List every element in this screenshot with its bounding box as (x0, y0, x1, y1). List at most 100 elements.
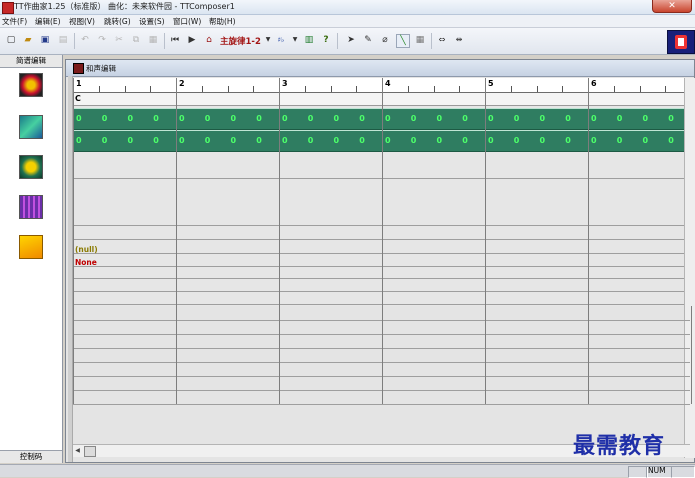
track-value[interactable]: 0 (437, 136, 443, 145)
track-value[interactable]: 0 (153, 114, 159, 123)
copy-icon[interactable]: ⧉ (130, 34, 142, 46)
menu-settings[interactable]: 设置(S) (139, 16, 165, 27)
scroll-left-icon[interactable]: ◀ (73, 446, 82, 456)
track-value[interactable]: 0 (565, 136, 571, 145)
track-value[interactable]: 0 (282, 114, 288, 123)
track-value[interactable]: 0 (153, 136, 159, 145)
instrument-icon[interactable] (19, 155, 43, 179)
redo-icon[interactable]: ↷ (96, 34, 108, 46)
record-icon[interactable] (19, 73, 43, 97)
track-value[interactable]: 0 (411, 136, 417, 145)
track-value[interactable]: 0 (102, 114, 108, 123)
track-value[interactable]: 0 (179, 136, 185, 145)
num-lock-indicator: NUM (648, 466, 666, 475)
print-icon[interactable]: ▤ (57, 34, 69, 46)
track-value[interactable]: 0 (668, 114, 674, 123)
close-button[interactable]: ✕ (652, 0, 692, 13)
track-value[interactable]: 0 (128, 114, 134, 123)
music-sheet-icon[interactable] (19, 235, 43, 259)
grid-icon[interactable]: ▦ (414, 34, 426, 46)
pencil-icon[interactable]: ✎ (362, 34, 374, 46)
track-value[interactable]: 0 (617, 136, 623, 145)
equalizer-icon[interactable] (19, 195, 43, 219)
vertical-scrollbar[interactable] (684, 78, 695, 458)
dropdown-icon[interactable]: ▼ (262, 34, 274, 46)
scroll-thumb[interactable] (84, 446, 96, 457)
track-value[interactable]: 0 (102, 136, 108, 145)
undo-icon[interactable]: ↶ (79, 34, 91, 46)
chord-label[interactable]: C (75, 94, 81, 103)
track-value[interactable]: 0 (128, 136, 134, 145)
track-value[interactable]: 0 (643, 136, 649, 145)
bank-icon[interactable]: ⌂ (203, 34, 215, 46)
track-value[interactable]: 0 (540, 136, 546, 145)
track-value[interactable]: 0 (282, 136, 288, 145)
track-value[interactable]: 0 (205, 136, 211, 145)
track-value[interactable]: 0 (565, 114, 571, 123)
track-value[interactable]: 0 (334, 136, 340, 145)
score-icon[interactable] (19, 115, 43, 139)
track-value[interactable]: 0 (76, 136, 82, 145)
track-value[interactable]: 0 (488, 136, 494, 145)
track-value[interactable]: 0 (462, 114, 468, 123)
track-value[interactable]: 0 (617, 114, 623, 123)
track-value[interactable]: 0 (231, 114, 237, 123)
open-icon[interactable]: ▰ (22, 34, 34, 46)
track-value[interactable]: 0 (76, 114, 82, 123)
track-value[interactable]: 0 (205, 114, 211, 123)
line-icon[interactable]: ╲ (396, 34, 410, 48)
track-value[interactable]: 0 (668, 136, 674, 145)
play-icon[interactable]: ▶ (186, 34, 198, 46)
track-value[interactable]: 0 (385, 114, 391, 123)
chord-icon[interactable]: ♯♭ (275, 34, 287, 46)
harmony-grid[interactable]: 1 2 3 4 5 6 C 0 0 0 0 0 0 0 0 0 0 0 0 0 0 0 0 0 0 0 0 0 0 0 0 0… (73, 78, 692, 306)
track-value[interactable]: 0 (411, 114, 417, 123)
track-value[interactable]: 0 (256, 136, 262, 145)
paste-icon[interactable]: ▦ (147, 34, 159, 46)
save-icon[interactable]: ▣ (39, 34, 51, 46)
track-value[interactable]: 0 (256, 114, 262, 123)
shrink-icon[interactable]: ⇹ (453, 34, 465, 46)
goto-start-icon[interactable]: ⏮ (169, 34, 181, 46)
editor-window-icon (73, 63, 84, 74)
none-row-label: None (75, 258, 97, 267)
cut-icon[interactable]: ✂ (113, 34, 125, 46)
track-value[interactable]: 0 (334, 114, 340, 123)
track-value[interactable]: 0 (359, 136, 365, 145)
menu-edit[interactable]: 编辑(E) (35, 16, 61, 27)
menu-file[interactable]: 文件(F) (2, 16, 27, 27)
dropdown-icon[interactable]: ▼ (289, 34, 301, 46)
bar-number: 4 (385, 79, 391, 88)
status-cell (628, 466, 648, 478)
menu-view[interactable]: 视图(V) (69, 16, 95, 27)
beat-tick (510, 86, 512, 92)
track-value[interactable]: 0 (643, 114, 649, 123)
help-icon[interactable]: ? (320, 34, 332, 46)
menu-goto[interactable]: 跳转(G) (104, 16, 131, 27)
track-value[interactable]: 0 (514, 114, 520, 123)
bar-number: 6 (591, 79, 597, 88)
track-value[interactable]: 0 (308, 136, 314, 145)
track-value[interactable]: 0 (179, 114, 185, 123)
main-melody-selector[interactable]: 主旋律1-2 (220, 35, 261, 47)
track-value[interactable]: 0 (231, 136, 237, 145)
levels-icon[interactable]: ▥ (303, 34, 315, 46)
track-value[interactable]: 0 (385, 136, 391, 145)
track-value[interactable]: 0 (359, 114, 365, 123)
menu-window[interactable]: 窗口(W) (173, 16, 201, 27)
new-icon[interactable]: ▢ (5, 34, 17, 46)
track-value[interactable]: 0 (437, 114, 443, 123)
track-value[interactable]: 0 (591, 114, 597, 123)
select-arrow-icon[interactable]: ➤ (345, 34, 357, 46)
track-value[interactable]: 0 (540, 114, 546, 123)
eraser-icon[interactable]: ⌀ (379, 34, 391, 46)
track-value[interactable]: 0 (308, 114, 314, 123)
track-value[interactable]: 0 (488, 114, 494, 123)
track-value[interactable]: 0 (514, 136, 520, 145)
track-value[interactable]: 0 (462, 136, 468, 145)
bar-number: 3 (282, 79, 288, 88)
left-panel-footer[interactable]: 控制码 (0, 450, 62, 463)
menu-help[interactable]: 帮助(H) (209, 16, 236, 27)
expand-icon[interactable]: ⇔ (436, 34, 448, 46)
track-value[interactable]: 0 (591, 136, 597, 145)
